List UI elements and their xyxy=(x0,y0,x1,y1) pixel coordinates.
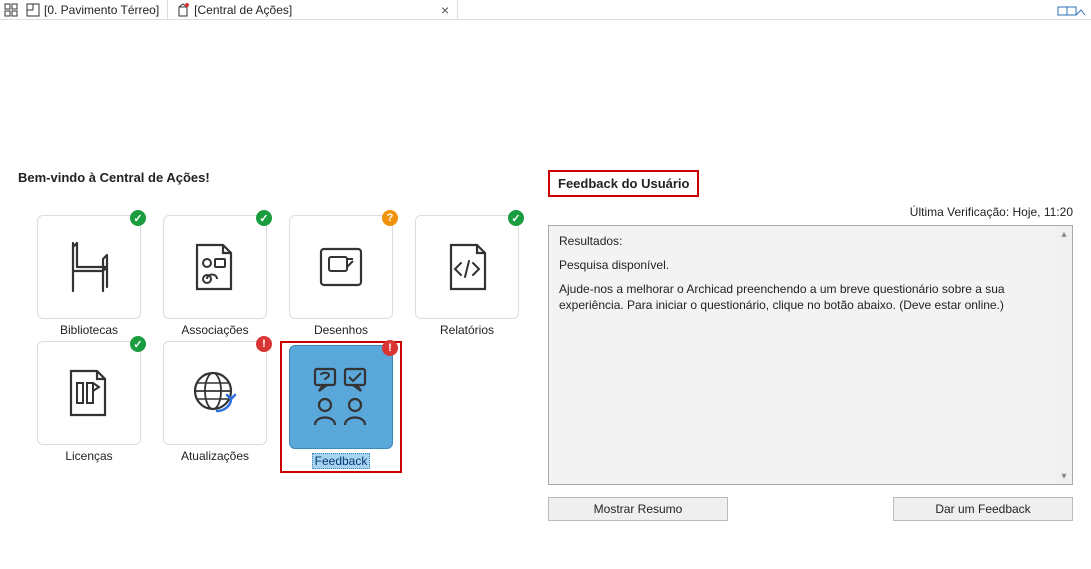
status-badge-alert: ! xyxy=(256,336,272,352)
tile-label: Relatórios xyxy=(406,323,528,337)
tile-licencas[interactable]: ✓ Licenças xyxy=(28,341,150,473)
results-box: Resultados: Pesquisa disponível. Ajude-n… xyxy=(548,225,1073,485)
scrollbar[interactable]: ▴ ▾ xyxy=(1056,226,1072,484)
status-badge-alert: ! xyxy=(382,340,398,356)
show-summary-button[interactable]: Mostrar Resumo xyxy=(548,497,728,521)
tile-label: Desenhos xyxy=(280,323,402,337)
tile-feedback[interactable]: ! Feedback xyxy=(280,341,402,473)
floorplan-icon xyxy=(26,3,40,17)
status-badge-warn: ? xyxy=(382,210,398,226)
tile-desenhos[interactable]: ? Desenhos xyxy=(280,215,402,337)
welcome-title: Bem-vindo à Central de Ações! xyxy=(18,170,528,185)
results-help: Ajude-nos a melhorar o Archicad preenche… xyxy=(559,282,1062,313)
globe-update-icon xyxy=(185,363,245,423)
status-badge-ok: ✓ xyxy=(130,336,146,352)
status-badge-ok: ✓ xyxy=(130,210,146,226)
give-feedback-button[interactable]: Dar um Feedback xyxy=(893,497,1073,521)
tab-tools-left xyxy=(0,3,18,17)
tab-floor-plan-label: [0. Pavimento Térreo] xyxy=(44,3,159,17)
feedback-icon xyxy=(305,361,377,433)
tab-action-center-label: [Central de Ações] xyxy=(194,3,292,17)
tile-label: Licenças xyxy=(28,449,150,463)
tile-label: Feedback xyxy=(312,453,371,469)
tile-bibliotecas[interactable]: ✓ Bibliotecas xyxy=(28,215,150,337)
grid-icon[interactable] xyxy=(4,3,18,17)
left-panel: Bem-vindo à Central de Ações! ✓ Bibliote… xyxy=(18,170,528,521)
close-icon[interactable]: × xyxy=(421,2,449,18)
tab-action-center[interactable]: [Central de Ações] × xyxy=(168,0,458,19)
scroll-down-icon[interactable]: ▾ xyxy=(1056,468,1072,484)
results-line: Pesquisa disponível. xyxy=(559,258,1062,272)
action-center-icon xyxy=(176,3,190,17)
chair-icon xyxy=(59,237,119,297)
tile-label: Associações xyxy=(154,323,276,337)
tile-label: Atualizações xyxy=(154,449,276,463)
tile-atualizacoes[interactable]: ! Atualizações xyxy=(154,341,276,473)
tile-relatorios[interactable]: ✓ Relatórios xyxy=(406,215,528,337)
last-check-label: Última Verificação: Hoje, 11:20 xyxy=(548,205,1073,219)
link-doc-icon xyxy=(185,237,245,297)
drawing-icon xyxy=(311,237,371,297)
status-badge-ok: ✓ xyxy=(256,210,272,226)
right-panel: Feedback do Usuário Última Verificação: … xyxy=(548,170,1073,521)
results-title: Resultados: xyxy=(559,234,1062,248)
tab-bar: [0. Pavimento Térreo] [Central de Ações]… xyxy=(0,0,1091,20)
tile-label: Bibliotecas xyxy=(28,323,150,337)
scroll-up-icon[interactable]: ▴ xyxy=(1056,226,1072,242)
tab-tools-right[interactable] xyxy=(1057,3,1091,17)
tile-associacoes[interactable]: ✓ Associações xyxy=(154,215,276,337)
section-title: Feedback do Usuário xyxy=(548,170,699,197)
status-badge-ok: ✓ xyxy=(508,210,524,226)
license-icon xyxy=(59,363,119,423)
code-icon xyxy=(437,237,497,297)
tab-floor-plan[interactable]: [0. Pavimento Térreo] xyxy=(18,0,168,19)
